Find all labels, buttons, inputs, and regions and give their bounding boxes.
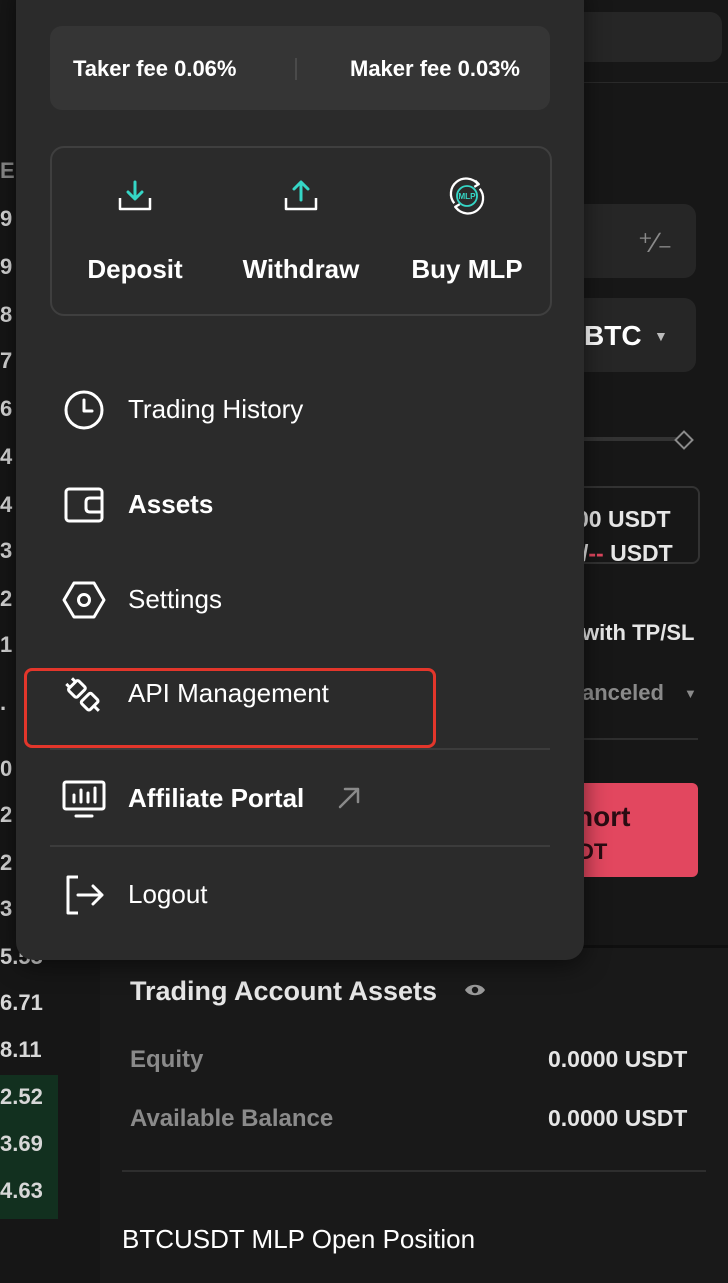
highlight-box xyxy=(24,668,436,748)
orderbook-cell: 2 xyxy=(0,802,13,827)
usdt-line-2: /-- USDT xyxy=(582,540,673,566)
wallet-icon xyxy=(64,487,104,523)
menu-label: Logout xyxy=(128,879,208,909)
external-link-icon xyxy=(338,787,360,809)
deposit-icon xyxy=(118,180,152,211)
orderbook-cell: 3 xyxy=(0,896,13,921)
menu-label: Assets xyxy=(128,489,214,519)
menu-label: Affiliate Portal xyxy=(128,783,305,813)
open-position-title: BTCUSDT MLP Open Position xyxy=(122,1224,476,1254)
orderbook-cell: 3.69 xyxy=(0,1131,43,1156)
menu-divider xyxy=(50,845,550,847)
assets-title: Trading Account Assets xyxy=(130,976,438,1006)
settings-icon xyxy=(62,581,106,619)
orderbook-cell: 8.11 xyxy=(0,1037,42,1062)
buy-mlp-label: Buy MLP xyxy=(411,254,523,284)
plus-minus-icon[interactable]: ⁺∕₋ xyxy=(638,226,672,259)
maker-fee: Maker fee 0.03% xyxy=(350,56,520,81)
menu-item-affiliate-portal[interactable]: Affiliate Portal xyxy=(50,757,550,837)
short-button[interactable]: hort DT xyxy=(570,783,698,877)
top-input[interactable] xyxy=(570,12,722,62)
usdt-box: 00 USDT /-- USDT xyxy=(570,486,700,566)
slider-track[interactable] xyxy=(570,437,680,441)
divider xyxy=(122,1170,706,1172)
fee-separator xyxy=(295,58,297,80)
withdraw-button[interactable]: Withdraw xyxy=(218,168,384,298)
menu-label: Settings xyxy=(128,584,222,614)
orderbook-cell: 4 xyxy=(0,492,13,517)
orderbook-cell: 2.52 xyxy=(0,1084,43,1109)
withdraw-icon xyxy=(284,180,318,211)
menu-item-settings[interactable]: Settings xyxy=(50,558,550,638)
divider xyxy=(570,738,698,740)
deposit-button[interactable]: Deposit xyxy=(52,168,218,298)
orderbook-cell: 1 xyxy=(0,632,13,657)
equity-label: Equity xyxy=(130,1046,204,1073)
menu-item-trading-history[interactable]: Trading History xyxy=(50,368,550,448)
taker-fee: Taker fee 0.06% xyxy=(73,56,237,81)
orderbook-cell: 9 xyxy=(0,254,13,279)
caret-down-icon: ▼ xyxy=(654,328,668,344)
menu-item-logout[interactable]: Logout xyxy=(50,853,550,933)
price-input[interactable]: ⁺∕₋ xyxy=(570,204,696,278)
quick-actions: Deposit Withdraw MLP Buy MLP xyxy=(50,146,552,316)
caret-down-icon[interactable]: ▼ xyxy=(684,686,697,701)
orderbook-cell: 6.71 xyxy=(0,990,43,1015)
divider xyxy=(570,82,728,83)
mlp-icon-text: MLP xyxy=(458,192,476,201)
slider-handle-icon[interactable] xyxy=(674,430,694,450)
orderbook-cell: 4 xyxy=(0,444,13,469)
menu-divider xyxy=(50,748,550,750)
orderbook-cell: 2 xyxy=(0,586,13,611)
deposit-label: Deposit xyxy=(87,254,183,284)
orderbook-cell: 0 xyxy=(0,756,13,781)
orderbook-cell: 3 xyxy=(0,538,13,563)
short-label: hort xyxy=(576,801,631,832)
logout-icon xyxy=(66,875,104,915)
orderbook-cell: E xyxy=(0,158,15,183)
orderbook-cell: . xyxy=(0,690,7,715)
orderbook-cell: 6 xyxy=(0,396,13,421)
withdraw-label: Withdraw xyxy=(242,254,360,284)
orderbook-cell: 8 xyxy=(0,302,13,327)
usdt-line-1: 00 USDT xyxy=(576,506,671,532)
equity-value: 0.0000 USDT xyxy=(548,1046,688,1072)
tp-sl-label[interactable]: with TP/SL xyxy=(582,620,694,646)
orderbook-cell: 7 xyxy=(0,348,13,373)
buy-mlp-button[interactable]: MLP Buy MLP xyxy=(384,168,550,298)
available-value: 0.0000 USDT xyxy=(548,1105,688,1131)
buy-mlp-icon: MLP xyxy=(449,177,485,215)
symbol-select[interactable]: BTC ▼ xyxy=(570,298,696,372)
orderbook-cell: 4.63 xyxy=(0,1178,43,1203)
clock-icon xyxy=(64,390,104,430)
available-label: Available Balance xyxy=(130,1105,334,1132)
monitor-chart-icon xyxy=(62,780,106,818)
eye-icon[interactable] xyxy=(464,982,486,998)
orderbook-cell: 2 xyxy=(0,850,13,875)
trading-account-assets: Trading Account Assets Equity 0.0000 USD… xyxy=(100,945,728,1283)
orderbook-cell: 9 xyxy=(0,206,13,231)
menu-item-assets[interactable]: Assets xyxy=(50,463,550,543)
menu-label: Trading History xyxy=(128,394,304,424)
symbol-label: BTC xyxy=(584,320,642,351)
canceled-filter[interactable]: anceled xyxy=(582,680,664,706)
fee-card: Taker fee 0.06% Maker fee 0.03% xyxy=(50,26,550,110)
